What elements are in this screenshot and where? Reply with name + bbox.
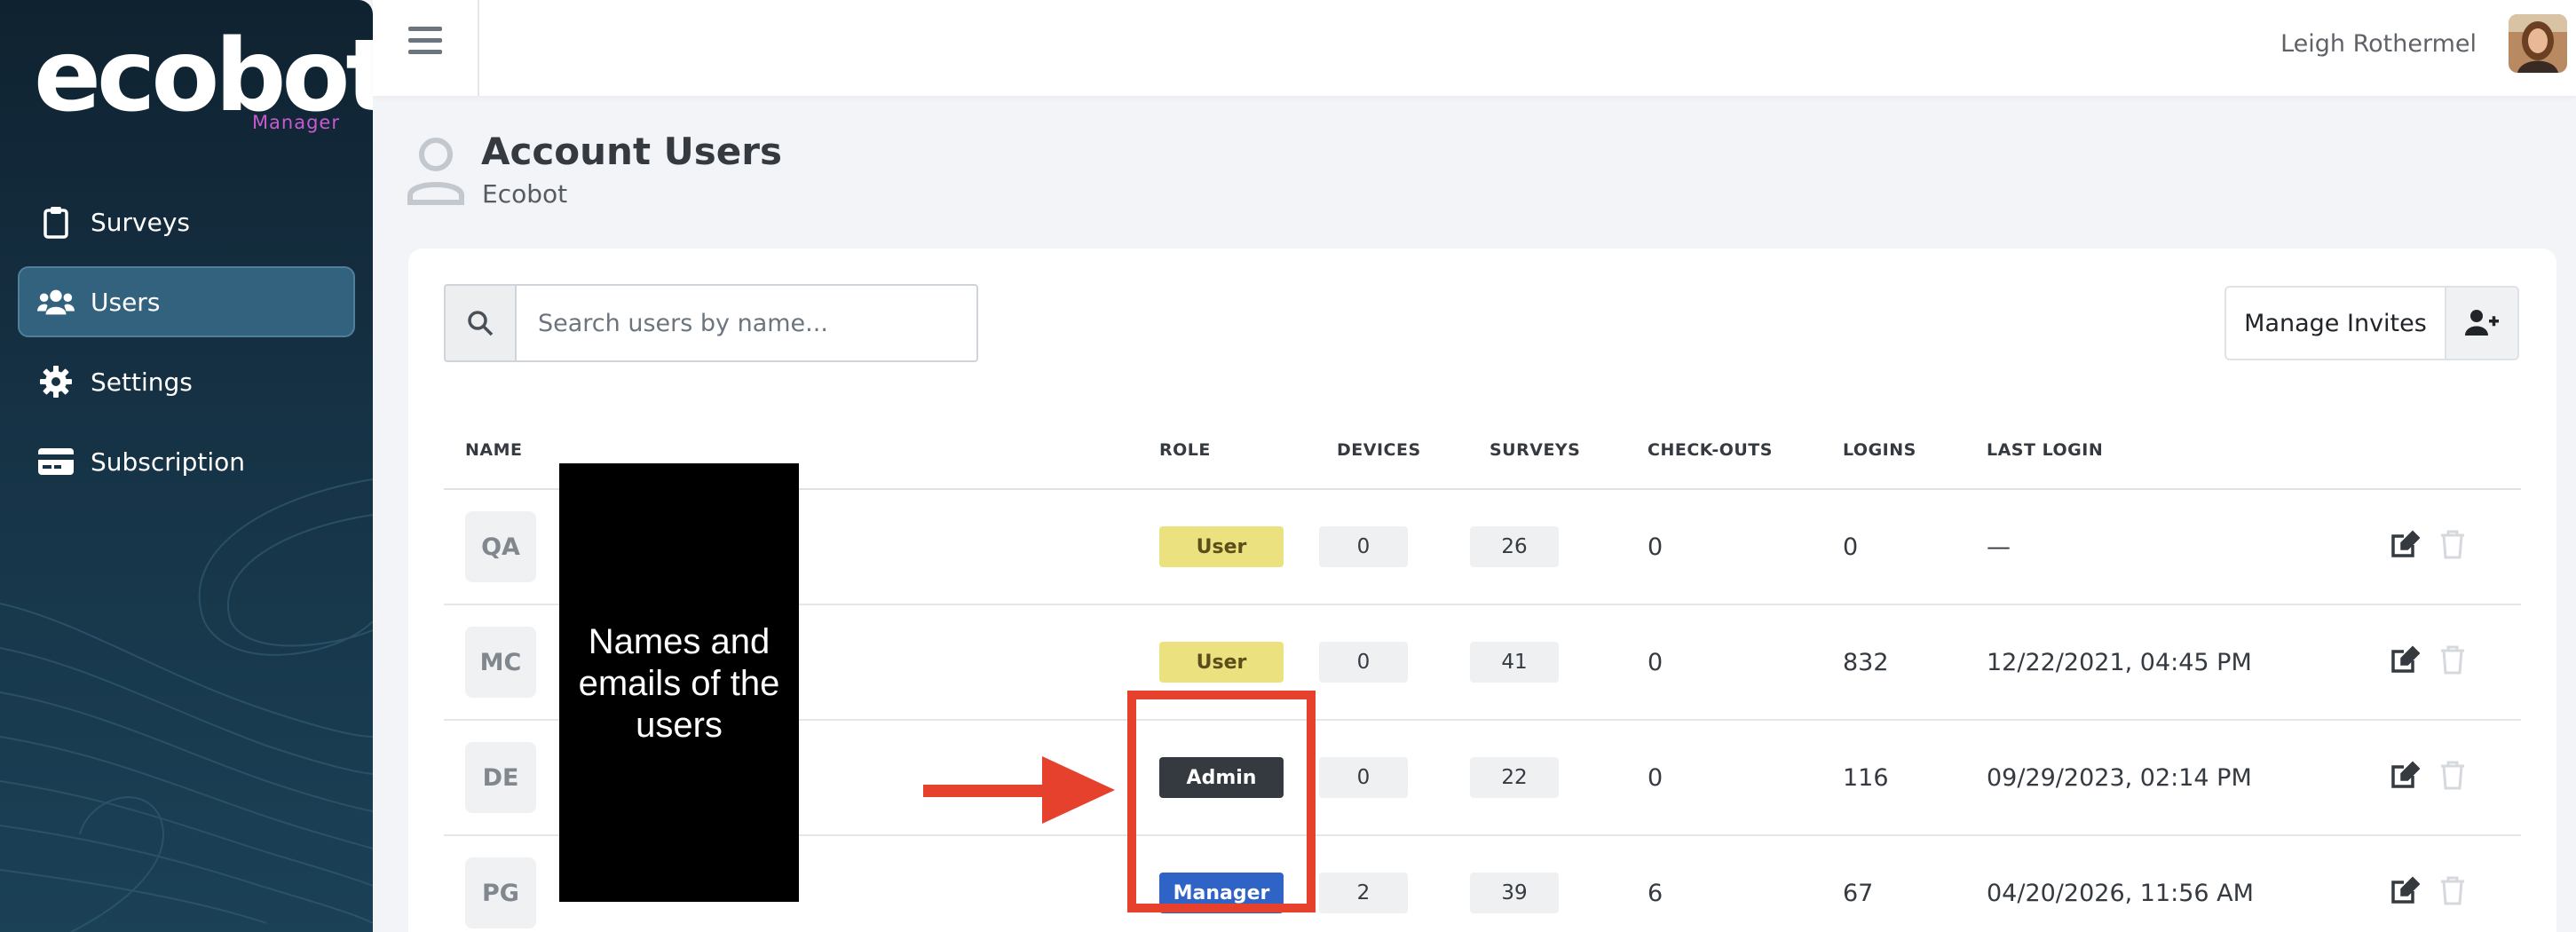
surveys-count: 41	[1470, 642, 1559, 683]
sidebar-item-label: Users	[91, 287, 161, 317]
devices-count: 2	[1319, 873, 1408, 913]
column-header-logins[interactable]: LOGINS	[1843, 440, 1916, 460]
devices-count: 0	[1319, 642, 1408, 683]
devices-count: 0	[1319, 757, 1408, 798]
user-initials-avatar: PG	[465, 857, 536, 928]
logins-count: 832	[1843, 648, 1889, 676]
sidebar-item-label: Surveys	[91, 207, 190, 237]
background-swirl-decoration	[0, 478, 373, 932]
sidebar-item-users[interactable]: Users	[18, 266, 355, 337]
gear-icon	[37, 363, 75, 400]
user-initials-avatar: QA	[465, 511, 536, 582]
user-icon	[407, 135, 465, 206]
add-user-button[interactable]	[2445, 288, 2517, 359]
clipboard-icon	[37, 203, 75, 241]
sidebar-item-label: Settings	[91, 367, 193, 397]
sidebar-item-surveys[interactable]: Surveys	[18, 186, 355, 257]
surveys-count: 39	[1470, 873, 1559, 913]
surveys-count: 26	[1470, 526, 1559, 567]
manage-invites-button[interactable]: Manage Invites	[2226, 288, 2445, 359]
last-login: 12/22/2021, 04:45 PM	[1987, 648, 2252, 676]
logo-subtitle: Manager	[251, 112, 340, 133]
last-login: —	[1987, 533, 2011, 561]
edit-icon[interactable]	[2390, 875, 2425, 911]
checkouts-count: 0	[1648, 763, 1663, 792]
role-badge: User	[1159, 526, 1284, 567]
logins-count: 67	[1843, 879, 1874, 907]
checkouts-count: 6	[1648, 879, 1663, 907]
sidebar-nav: Surveys Users Settings Subscription	[18, 186, 355, 506]
role-badge: User	[1159, 642, 1284, 683]
credit-card-icon	[37, 443, 75, 480]
surveys-count: 22	[1470, 757, 1559, 798]
column-header-name[interactable]: NAME	[465, 440, 523, 460]
column-header-checkouts[interactable]: CHECK-OUTS	[1648, 440, 1773, 460]
search-icon	[444, 284, 515, 362]
delete-icon[interactable]	[2439, 529, 2475, 565]
user-avatar[interactable]	[2509, 14, 2567, 73]
invite-button-group: Manage Invites	[2224, 286, 2519, 360]
page-subtitle: Ecobot	[482, 179, 568, 209]
topbar-divider	[478, 0, 479, 96]
logins-count: 0	[1843, 533, 1859, 561]
ecobot-logo[interactable]: ecobot Manager	[34, 27, 373, 133]
highlight-box	[1127, 691, 1316, 912]
checkouts-count: 0	[1648, 648, 1663, 676]
user-initials-avatar: DE	[465, 742, 536, 813]
delete-icon[interactable]	[2439, 644, 2475, 680]
menu-toggle-icon[interactable]	[408, 27, 442, 62]
user-plus-icon	[2465, 309, 2499, 338]
page-title: Account Users	[481, 130, 782, 173]
top-bar: Leigh Rothermel	[373, 0, 2576, 96]
delete-icon[interactable]	[2439, 760, 2475, 795]
column-header-devices[interactable]: DEVICES	[1337, 440, 1421, 460]
redaction-box: Names and emails of the users	[559, 463, 799, 902]
sidebar-item-subscription[interactable]: Subscription	[18, 426, 355, 497]
column-header-role[interactable]: ROLE	[1159, 440, 1211, 460]
last-login: 04/20/2026, 11:56 AM	[1987, 879, 2254, 907]
users-icon	[37, 283, 75, 320]
edit-icon[interactable]	[2390, 529, 2425, 565]
search-input[interactable]	[515, 284, 978, 362]
devices-count: 0	[1319, 526, 1408, 567]
last-login: 09/29/2023, 02:14 PM	[1987, 763, 2252, 792]
logins-count: 116	[1843, 763, 1889, 792]
current-user-name[interactable]: Leigh Rothermel	[2280, 30, 2477, 58]
user-initials-avatar: MC	[465, 627, 536, 698]
sidebar: ecobot Manager Surveys Users Settings Su…	[0, 0, 373, 932]
edit-icon[interactable]	[2390, 644, 2425, 680]
column-header-last-login[interactable]: LAST LOGIN	[1987, 440, 2103, 460]
search-group	[444, 284, 978, 362]
sidebar-item-settings[interactable]: Settings	[18, 346, 355, 417]
delete-icon[interactable]	[2439, 875, 2475, 911]
edit-icon[interactable]	[2390, 760, 2425, 795]
sidebar-item-label: Subscription	[91, 446, 245, 477]
column-header-surveys[interactable]: SURVEYS	[1489, 440, 1580, 460]
checkouts-count: 0	[1648, 533, 1663, 561]
annotation-arrow-icon	[923, 756, 1115, 824]
